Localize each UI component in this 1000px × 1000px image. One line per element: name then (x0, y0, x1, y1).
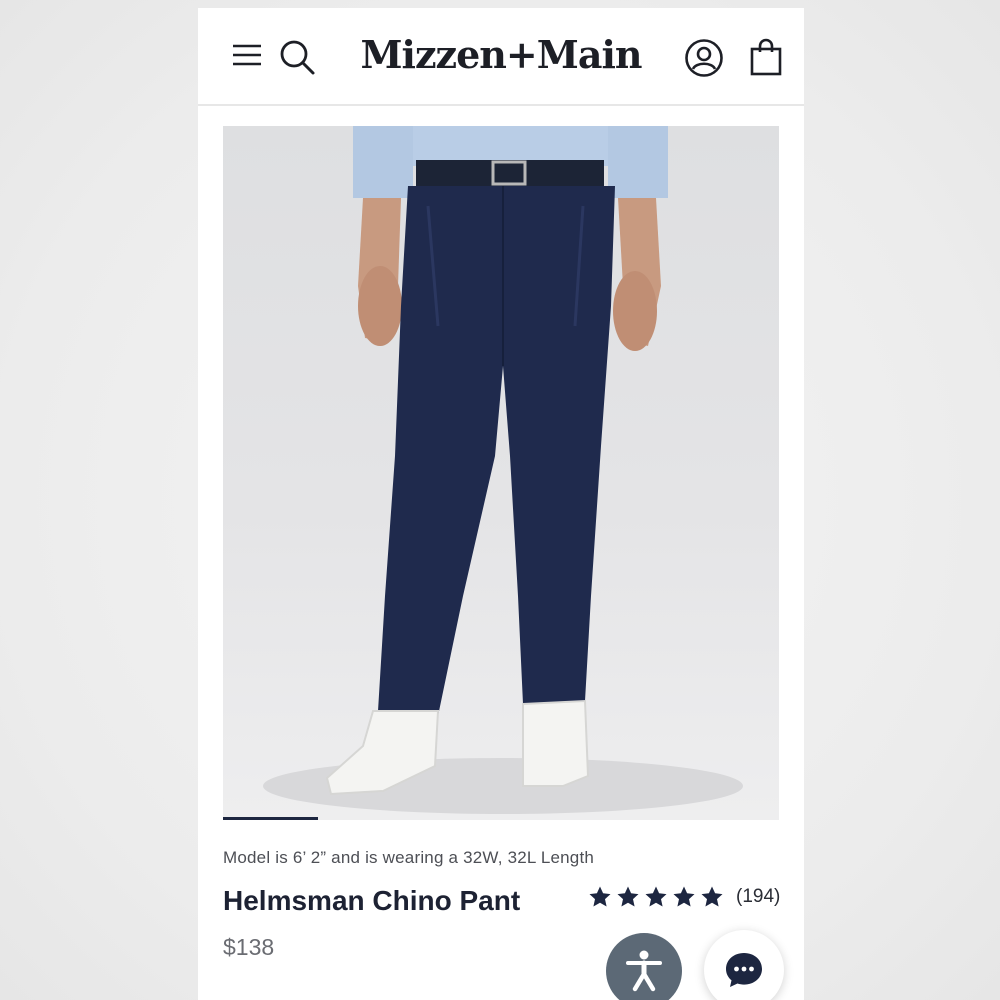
star-icon (589, 886, 611, 907)
site-header: Mizzen+Main (198, 8, 804, 106)
menu-icon[interactable] (232, 42, 262, 68)
star-icon (617, 886, 639, 907)
accessibility-button[interactable] (606, 933, 682, 1000)
star-icon (645, 886, 667, 907)
account-icon[interactable] (684, 38, 724, 78)
carousel-progress-fill (223, 817, 318, 820)
product-photo-illustration (263, 126, 743, 814)
product-title: Helmsman Chino Pant (223, 885, 521, 916)
shopping-bag-icon[interactable] (750, 38, 782, 76)
model-size-note: Model is 6’ 2” and is wearing a 32W, 32L… (223, 848, 595, 867)
brand-logo[interactable]: Mizzen+Main (348, 32, 654, 77)
phone-screen: Mizzen+Main Model is 6’ 2” and is wearin… (198, 8, 804, 1000)
review-count[interactable]: (194) (736, 886, 780, 908)
product-price: $138 (223, 934, 275, 960)
accessibility-icon (626, 950, 662, 992)
product-image[interactable] (223, 126, 779, 820)
chat-icon (726, 953, 762, 987)
image-carousel-progress (223, 817, 779, 820)
rating-stars (588, 885, 724, 909)
chat-button[interactable] (704, 930, 784, 1000)
product-rating[interactable]: (194) (588, 884, 780, 910)
search-icon[interactable] (278, 38, 316, 76)
star-icon (701, 886, 723, 907)
star-icon (673, 886, 695, 907)
